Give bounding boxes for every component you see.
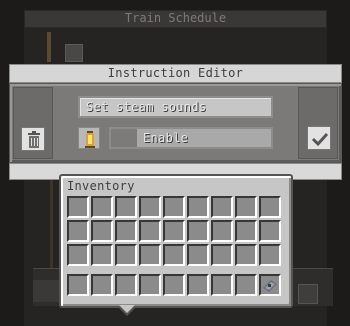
check-icon — [311, 132, 329, 147]
lantern-icon — [78, 127, 100, 149]
hotbar-slot[interactable] — [67, 274, 89, 296]
editor-panel — [9, 83, 342, 163]
inventory-slot[interactable] — [67, 196, 89, 218]
lantern-icon-graphic — [85, 131, 95, 148]
inventory-slot[interactable] — [211, 220, 233, 242]
inventory-slot[interactable] — [259, 220, 281, 242]
inventory-slot[interactable] — [259, 244, 281, 266]
confirm-button[interactable] — [307, 126, 331, 150]
hotbar-slot[interactable] — [91, 274, 113, 296]
delete-button[interactable] — [21, 127, 45, 151]
toggle-knob[interactable] — [111, 129, 137, 147]
schedule-entry-slot — [65, 44, 83, 62]
inventory-title: Inventory — [67, 179, 135, 193]
hotbar-slot[interactable] — [259, 274, 281, 296]
inventory-slot[interactable] — [139, 196, 161, 218]
tooltip-arrow-fill — [119, 305, 135, 313]
inventory-slot[interactable] — [67, 244, 89, 266]
inventory-slot[interactable] — [139, 244, 161, 266]
toggle-label: Enable — [143, 131, 189, 145]
editor-title: Instruction Editor — [107, 66, 244, 80]
schedule-title: Train Schedule — [124, 11, 227, 25]
schedule-confirm-icon — [298, 284, 318, 304]
inventory-slot[interactable] — [91, 196, 113, 218]
inventory-slot[interactable] — [187, 196, 209, 218]
schedule-connector — [47, 32, 51, 62]
inventory-slot[interactable] — [115, 196, 137, 218]
inventory-slot[interactable] — [187, 220, 209, 242]
instruction-select-label: Set steam sounds — [86, 100, 207, 114]
hotbar-slot[interactable] — [163, 274, 185, 296]
inventory-slot[interactable] — [211, 244, 233, 266]
inventory-slot[interactable] — [163, 220, 185, 242]
inventory-slot[interactable] — [235, 244, 257, 266]
inventory-slot[interactable] — [163, 244, 185, 266]
hotbar-slot[interactable] — [235, 274, 257, 296]
inventory-slot[interactable] — [91, 244, 113, 266]
inventory-slot[interactable] — [187, 244, 209, 266]
item-icon — [263, 280, 277, 292]
inventory-slot[interactable] — [115, 244, 137, 266]
hotbar-slot[interactable] — [139, 274, 161, 296]
hotbar-slot[interactable] — [187, 274, 209, 296]
inventory-slot[interactable] — [235, 196, 257, 218]
inventory-slot[interactable] — [139, 220, 161, 242]
trash-icon — [28, 131, 40, 148]
hotbar-slot[interactable] — [115, 274, 137, 296]
inventory-slot[interactable] — [163, 196, 185, 218]
inventory-slot[interactable] — [91, 220, 113, 242]
inventory-slot[interactable] — [259, 196, 281, 218]
inventory-slot[interactable] — [235, 220, 257, 242]
inventory-slot[interactable] — [211, 196, 233, 218]
hotbar-slot[interactable] — [211, 274, 233, 296]
inventory-slot[interactable] — [115, 220, 137, 242]
inventory-slot[interactable] — [67, 220, 89, 242]
